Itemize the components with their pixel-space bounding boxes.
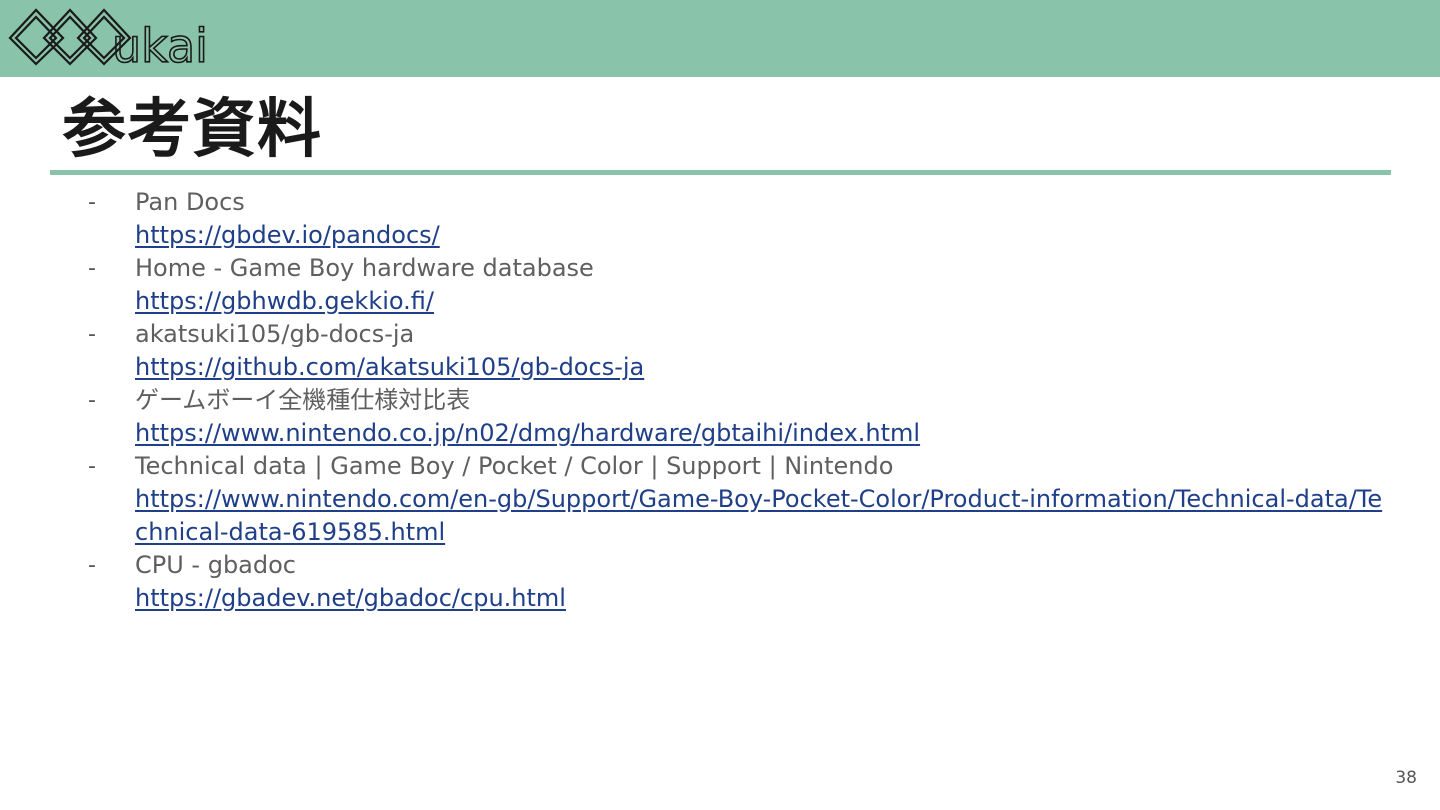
list-item: - akatsuki105/gb-docs-ja https://github.… xyxy=(88,318,1388,384)
list-item: - Technical data | Game Boy / Pocket / C… xyxy=(88,450,1388,549)
reference-link[interactable]: https://gbhwdb.gekkio.fi/ xyxy=(135,285,1388,318)
bullet-dash: - xyxy=(88,190,96,215)
reference-title: Technical data | Game Boy / Pocket / Col… xyxy=(135,452,894,480)
page-title: 参考資料 xyxy=(62,93,322,167)
bullet-dash: - xyxy=(88,454,96,479)
reference-link[interactable]: https://www.nintendo.co.jp/n02/dmg/hardw… xyxy=(135,417,1388,450)
list-item: - Pan Docs https://gbdev.io/pandocs/ xyxy=(88,186,1388,252)
title-underline xyxy=(50,170,1391,175)
header-band: ukai xyxy=(0,0,1440,77)
list-item: - ゲームボーイ全機種仕様対比表 https://www.nintendo.co… xyxy=(88,384,1388,450)
bullet-dash: - xyxy=(88,322,96,347)
reference-link[interactable]: https://github.com/akatsuki105/gb-docs-j… xyxy=(135,351,1388,384)
diamond-chain-logo-icon: ukai xyxy=(8,8,209,70)
reference-title: akatsuki105/gb-docs-ja xyxy=(135,320,415,348)
reference-list: - Pan Docs https://gbdev.io/pandocs/ - H… xyxy=(88,186,1388,615)
bullet-dash: - xyxy=(88,256,96,281)
reference-link[interactable]: https://gbadev.net/gbadoc/cpu.html xyxy=(135,582,1388,615)
reference-title: ゲームボーイ全機種仕様対比表 xyxy=(135,386,471,414)
reference-title: Pan Docs xyxy=(135,188,245,216)
list-item: - Home - Game Boy hardware database http… xyxy=(88,252,1388,318)
reference-title: CPU - gbadoc xyxy=(135,551,297,579)
logo-wordmark: ukai xyxy=(112,19,208,70)
reference-link[interactable]: https://gbdev.io/pandocs/ xyxy=(135,219,1388,252)
reference-title: Home - Game Boy hardware database xyxy=(135,254,594,282)
list-item: - CPU - gbadoc https://gbadev.net/gbadoc… xyxy=(88,549,1388,615)
page-number: 38 xyxy=(1395,768,1417,788)
bullet-dash: - xyxy=(88,388,96,413)
bullet-dash: - xyxy=(88,553,96,578)
reference-link[interactable]: https://www.nintendo.com/en-gb/Support/G… xyxy=(135,483,1388,549)
